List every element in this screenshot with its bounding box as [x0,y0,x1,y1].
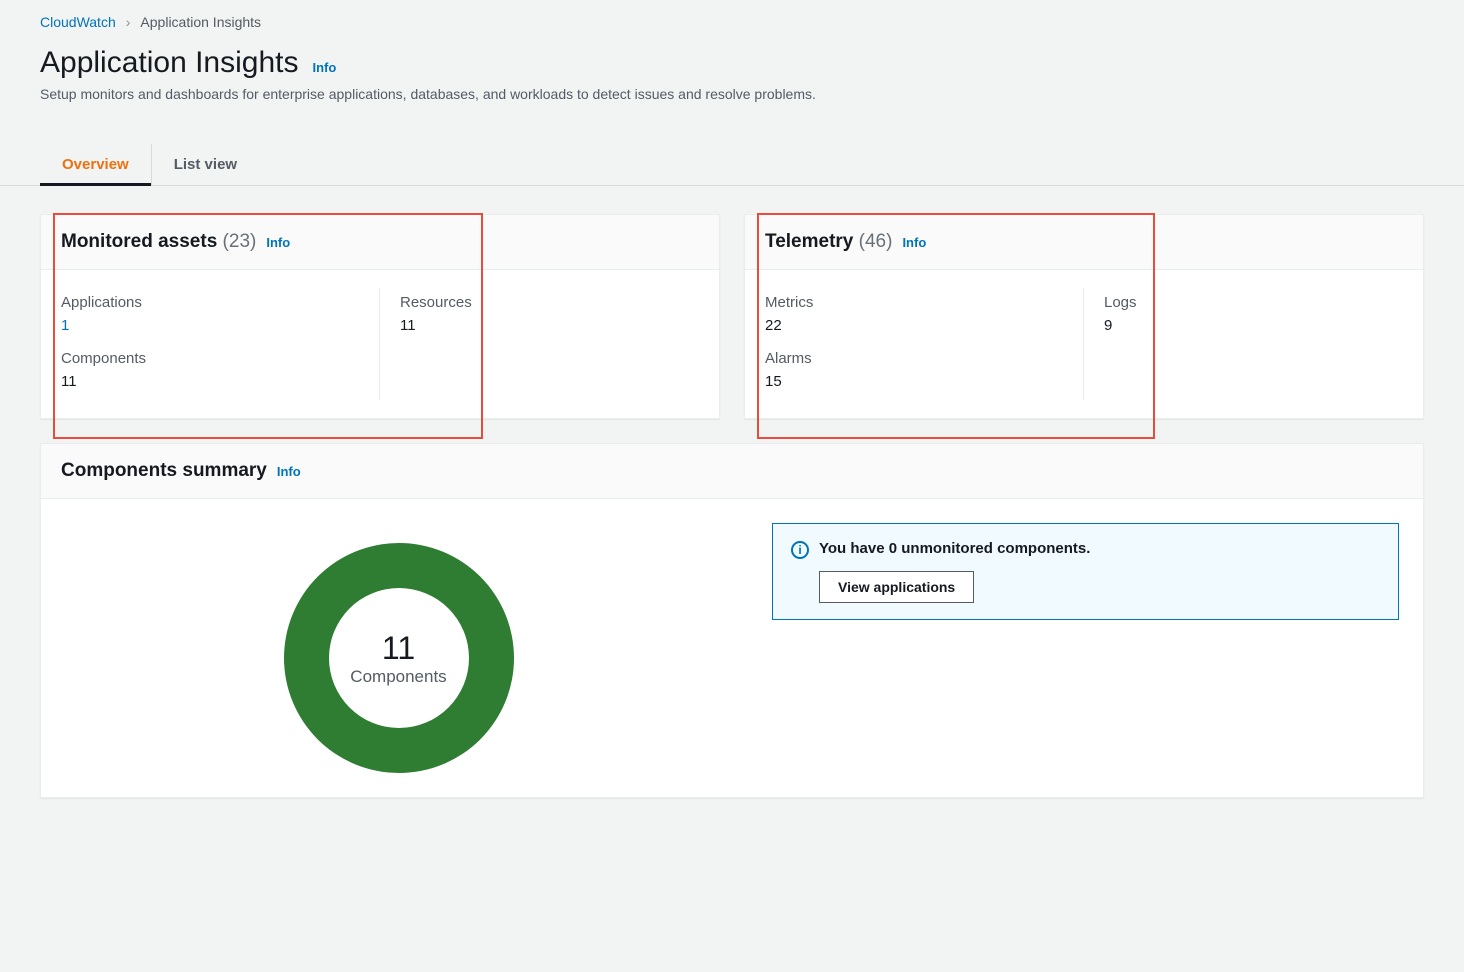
stat-logs: Logs 9 [1084,288,1403,344]
stat-alarms-label: Alarms [765,350,1063,367]
stat-metrics-label: Metrics [765,294,1063,311]
stat-resources-label: Resources [400,294,699,311]
donut-number: 11 [382,630,415,667]
stat-components-value: 11 [61,373,359,390]
stat-applications-label: Applications [61,294,359,311]
donut-chart: 11 Components [65,523,732,773]
tab-list-view[interactable]: List view [152,144,259,185]
info-panel-message: You have 0 unmonitored components. [819,540,1090,557]
header-info-link[interactable]: Info [313,60,337,75]
stat-resources-value: 11 [400,317,699,334]
tabs: Overview List view [0,144,1464,186]
components-summary-title: Components summary [61,460,267,482]
info-icon: i [791,541,809,559]
monitored-assets-count: (23) [223,231,257,252]
components-summary-info-link[interactable]: Info [277,464,301,479]
breadcrumb-current: Application Insights [140,14,261,30]
donut-label: Components [350,667,446,687]
telemetry-count: (46) [859,231,893,252]
monitored-assets-title: Monitored assets (23) [61,231,256,253]
stat-alarms-value: 15 [765,373,1063,390]
chevron-right-icon: › [126,14,131,30]
breadcrumb: CloudWatch › Application Insights [0,0,1464,40]
stat-alarms: Alarms 15 [765,344,1084,400]
telemetry-card: Telemetry (46) Info Metrics 22 Logs 9 [744,214,1424,419]
stat-empty-2 [1084,344,1403,400]
stat-logs-value: 9 [1104,317,1403,334]
components-summary-card: Components summary Info 11 Components i … [40,443,1424,798]
telemetry-title-text: Telemetry [765,231,853,252]
telemetry-info-link[interactable]: Info [902,235,926,250]
monitored-assets-title-text: Monitored assets [61,231,217,252]
view-applications-button[interactable]: View applications [819,571,974,603]
monitored-assets-info-link[interactable]: Info [266,235,290,250]
stat-resources: Resources 11 [380,288,699,344]
page-subtitle: Setup monitors and dashboards for enterp… [40,86,1424,102]
stat-logs-label: Logs [1104,294,1403,311]
stat-metrics: Metrics 22 [765,288,1084,344]
info-panel: i You have 0 unmonitored components. Vie… [772,523,1399,620]
page-header: Application Insights Info Setup monitors… [0,40,1464,116]
stat-metrics-value: 22 [765,317,1063,334]
stat-components: Components 11 [61,344,380,400]
stat-applications-value[interactable]: 1 [61,317,359,334]
telemetry-title: Telemetry (46) [765,231,892,253]
stat-empty [380,344,699,400]
breadcrumb-root[interactable]: CloudWatch [40,14,116,30]
page-title: Application Insights [40,46,299,80]
tab-overview[interactable]: Overview [40,144,152,185]
monitored-assets-card: Monitored assets (23) Info Applications … [40,214,720,419]
stat-components-label: Components [61,350,359,367]
stat-applications: Applications 1 [61,288,380,344]
